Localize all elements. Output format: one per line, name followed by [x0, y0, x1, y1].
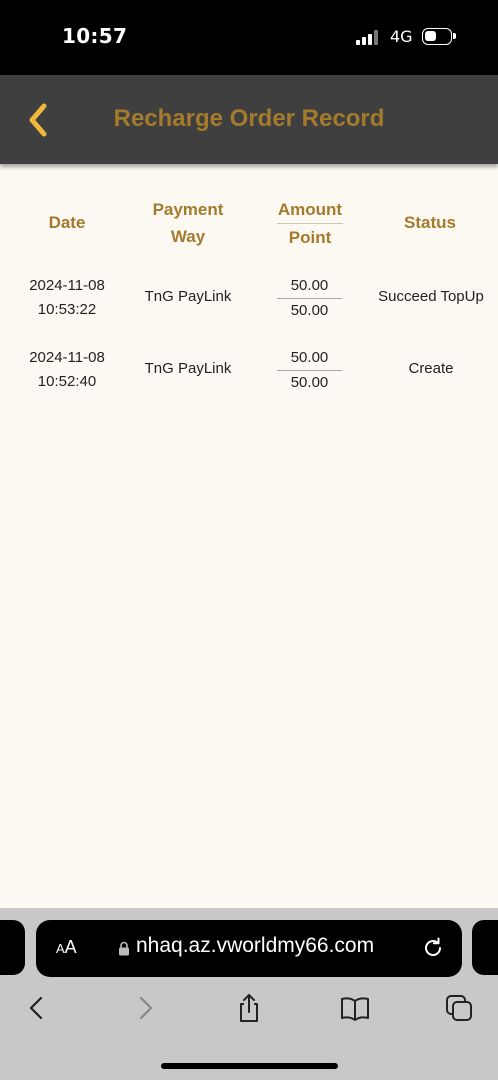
row-datetime: 2024-11-08 10:52:40 [17, 346, 117, 394]
signal-icon [356, 30, 382, 45]
next-tab-preview[interactable] [472, 920, 498, 975]
row-status: Succeed TopUp [378, 288, 484, 305]
row-amount-point: 50.00 50.00 [277, 274, 342, 323]
column-header-payment: Payment [152, 200, 224, 219]
tabs-icon[interactable] [444, 993, 474, 1023]
bookmarks-icon[interactable] [340, 993, 370, 1023]
reload-icon[interactable] [421, 936, 445, 960]
row-payment-way: TnG PayLink [144, 360, 232, 377]
table-header: Date Payment Way Amount Point Status [0, 196, 498, 256]
row-time: 10:53:22 [37, 301, 97, 318]
column-header-way: Way [170, 227, 206, 246]
row-amount: 50.00 [290, 349, 329, 366]
row-datetime: 2024-11-08 10:53:22 [17, 274, 117, 322]
battery-icon [422, 28, 456, 45]
row-date: 2024-11-08 [29, 277, 105, 294]
page-header: Recharge Order Record [0, 75, 498, 164]
column-header-date: Date [48, 213, 86, 232]
status-time: 10:57 [62, 24, 128, 48]
table-row: 2024-11-08 10:53:22 TnG PayLink 50.00 50… [0, 274, 498, 334]
forward-icon[interactable] [130, 993, 160, 1023]
share-icon[interactable] [234, 993, 264, 1023]
text-size-button[interactable]: AA [56, 937, 77, 958]
back-icon[interactable] [22, 993, 52, 1023]
row-point: 50.00 [290, 374, 329, 391]
browser-toolbar: AA nhaq.az.vworldmy66.com [0, 908, 498, 1080]
row-amount-point: 50.00 50.00 [277, 346, 342, 395]
table-row: 2024-11-08 10:52:40 TnG PayLink 50.00 50… [0, 346, 498, 406]
url-text[interactable]: nhaq.az.vworldmy66.com [136, 934, 374, 958]
lock-icon [119, 941, 129, 956]
status-bar: 10:57 4G [0, 0, 498, 75]
row-time: 10:52:40 [37, 373, 97, 390]
column-header-amount-point: Amount Point [275, 196, 345, 251]
row-status: Create [408, 360, 454, 377]
row-payment-way: TnG PayLink [144, 288, 232, 305]
column-header-point: Point [288, 228, 332, 247]
column-header-payment-way: Payment Way [128, 196, 248, 250]
home-indicator [161, 1063, 338, 1069]
column-header-status: Status [404, 213, 456, 232]
network-label: 4G [390, 27, 413, 46]
page-title: Recharge Order Record [113, 105, 385, 132]
row-date: 2024-11-08 [29, 349, 105, 366]
previous-tab-preview[interactable] [0, 920, 25, 975]
row-point: 50.00 [290, 302, 329, 319]
row-amount: 50.00 [290, 277, 329, 294]
column-header-amount: Amount [277, 200, 343, 219]
address-bar[interactable]: AA nhaq.az.vworldmy66.com [36, 920, 462, 977]
